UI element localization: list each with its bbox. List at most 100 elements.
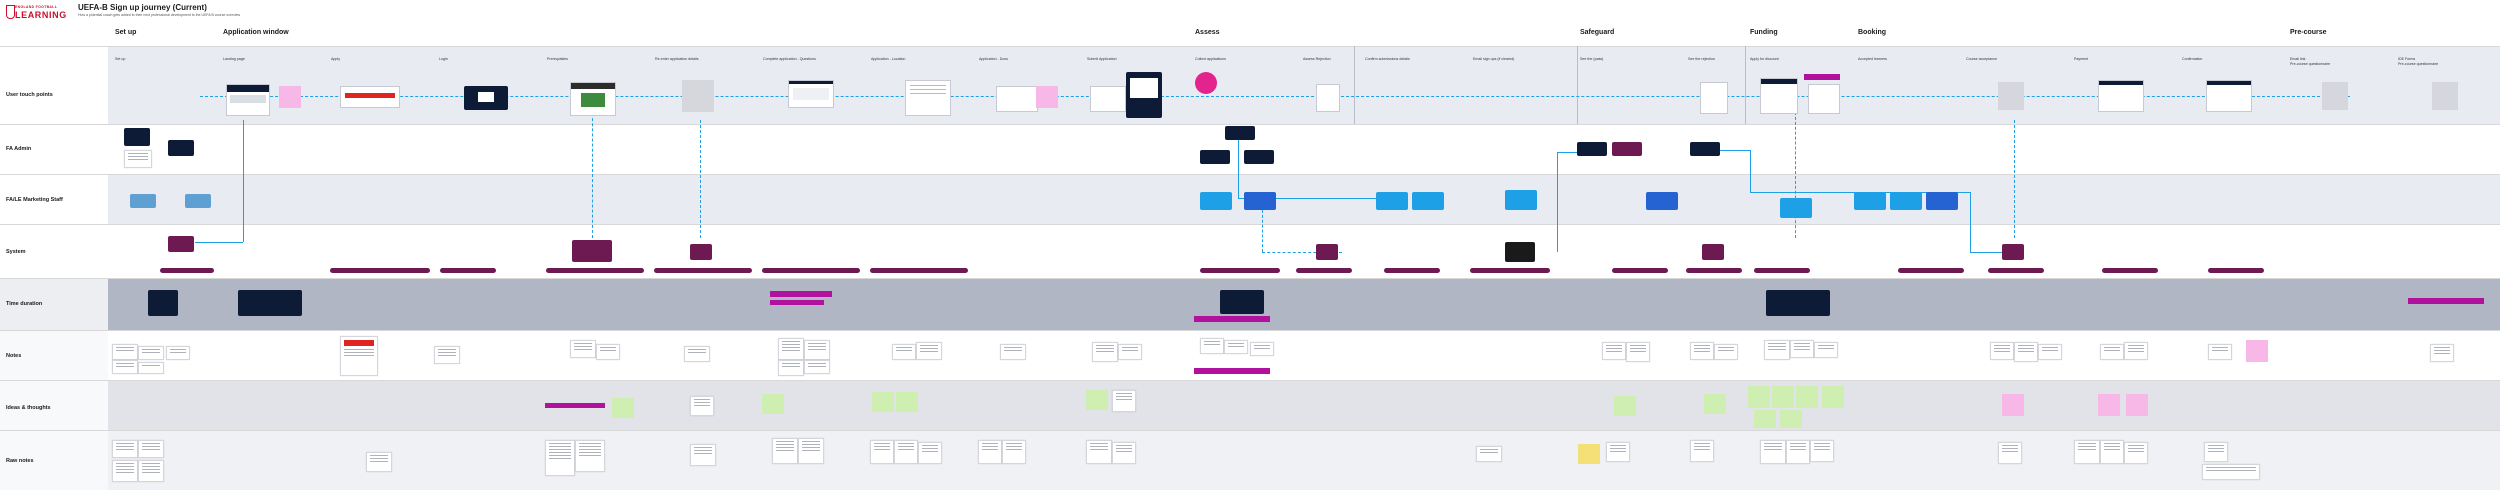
step-label: Email link (2290, 57, 2306, 61)
placeholder-image (682, 80, 714, 112)
sticky-note (1036, 86, 1058, 108)
note-card (138, 460, 164, 482)
note-card (1998, 442, 2022, 464)
sticky-note (1796, 386, 1818, 408)
system-label-pill (1898, 268, 1964, 273)
note-card (690, 444, 716, 466)
stage-booking: Booking (1858, 29, 1886, 36)
brand-logo: ENGLAND FOOTBALL LEARNING (6, 4, 66, 22)
note-card (870, 440, 894, 464)
duration-tag (2408, 298, 2484, 304)
note-card (892, 344, 916, 360)
marketing-card (1376, 192, 1408, 210)
flow-connector (1970, 192, 1971, 252)
sticky-note (2246, 340, 2268, 362)
system-label-pill (762, 268, 860, 273)
flow-connector (195, 242, 243, 243)
note-card (918, 442, 942, 464)
marketing-card (1505, 190, 1537, 210)
flow-connector (1750, 150, 1751, 192)
admin-card (1225, 126, 1255, 140)
system-label-pill (1384, 268, 1440, 273)
note-card (596, 344, 620, 360)
row-label-time-duration: Time duration (6, 301, 43, 307)
login-screenshot (464, 86, 508, 110)
note-card (1092, 342, 1118, 362)
flow-connector (200, 96, 2350, 97)
note-card (166, 346, 190, 360)
stage-set-up: Set up (115, 29, 137, 36)
sticky-note (1748, 386, 1770, 408)
note-card (138, 362, 164, 374)
step-label: IDE Forms (2398, 57, 2416, 61)
sticky-note (1614, 396, 1636, 416)
row-label-fa-admin: FA Admin (6, 146, 32, 152)
placeholder-image (1998, 82, 2024, 110)
stage-separator (1577, 46, 1578, 124)
sticky-note (1754, 410, 1776, 428)
note-card (124, 150, 152, 168)
note-card (684, 346, 710, 362)
note-card (1690, 440, 1714, 462)
note-card (916, 342, 942, 360)
note-card (2208, 344, 2232, 360)
system-card (690, 244, 712, 260)
row-divider (0, 278, 2500, 279)
status-badge (1195, 72, 1217, 94)
admin-card (1690, 142, 1720, 156)
docs-screenshot (996, 86, 1038, 112)
marketing-card (185, 194, 211, 208)
note-card (1476, 446, 1502, 462)
note-card (1814, 342, 1838, 358)
system-label-pill (330, 268, 430, 273)
note-card (1690, 342, 1714, 360)
submit-confirmation-screenshot (1126, 72, 1162, 118)
duration-tag (770, 300, 824, 305)
system-label-pill (1612, 268, 1668, 273)
marketing-card (1412, 192, 1444, 210)
note-card (2014, 342, 2038, 362)
admin-card (1200, 150, 1230, 164)
duration-card (148, 290, 178, 316)
system-label-pill (1296, 268, 1352, 273)
sticky-note (279, 86, 301, 108)
note-card (804, 360, 830, 374)
stage-funding: Funding (1750, 29, 1778, 36)
confirmation-screenshot (2206, 80, 2252, 112)
note-card (112, 460, 138, 482)
sticky-note (1578, 444, 1600, 464)
system-card (572, 240, 612, 262)
note-card (2124, 342, 2148, 360)
sticky-note (612, 398, 634, 418)
system-label-pill (1470, 268, 1550, 273)
step-label: Application - Location (871, 57, 906, 61)
row-divider (0, 174, 2500, 175)
flow-connector (243, 120, 244, 242)
note-card (1000, 344, 1026, 360)
sticky-note (762, 394, 784, 414)
admin-card (1577, 142, 1607, 156)
system-label-pill (1988, 268, 2044, 273)
step-label: Complete application - Questions (763, 57, 816, 61)
location-screenshot (905, 80, 951, 116)
row-divider (0, 430, 2500, 431)
marketing-card (1200, 192, 1232, 210)
system-label-pill (1754, 268, 1810, 273)
row-label-raw-notes: Raw notes (6, 458, 34, 464)
row-label-system: System (6, 249, 26, 255)
note-card (570, 340, 596, 358)
sticky-note (896, 392, 918, 412)
system-label-pill (654, 268, 752, 273)
note-card (2204, 442, 2228, 462)
page-title: UEFA-B Sign up journey (Current) (78, 3, 207, 12)
marketing-card (1854, 192, 1886, 210)
note-card (1112, 442, 1136, 464)
note-card (690, 396, 714, 416)
note-card (1786, 440, 1810, 464)
questions-screenshot (788, 80, 834, 108)
step-label: Payment (2074, 57, 2089, 61)
marketing-card (1780, 198, 1812, 218)
header-divider (0, 46, 2500, 47)
note-card (112, 344, 138, 360)
step-label: See the (pass) (1580, 57, 1604, 61)
